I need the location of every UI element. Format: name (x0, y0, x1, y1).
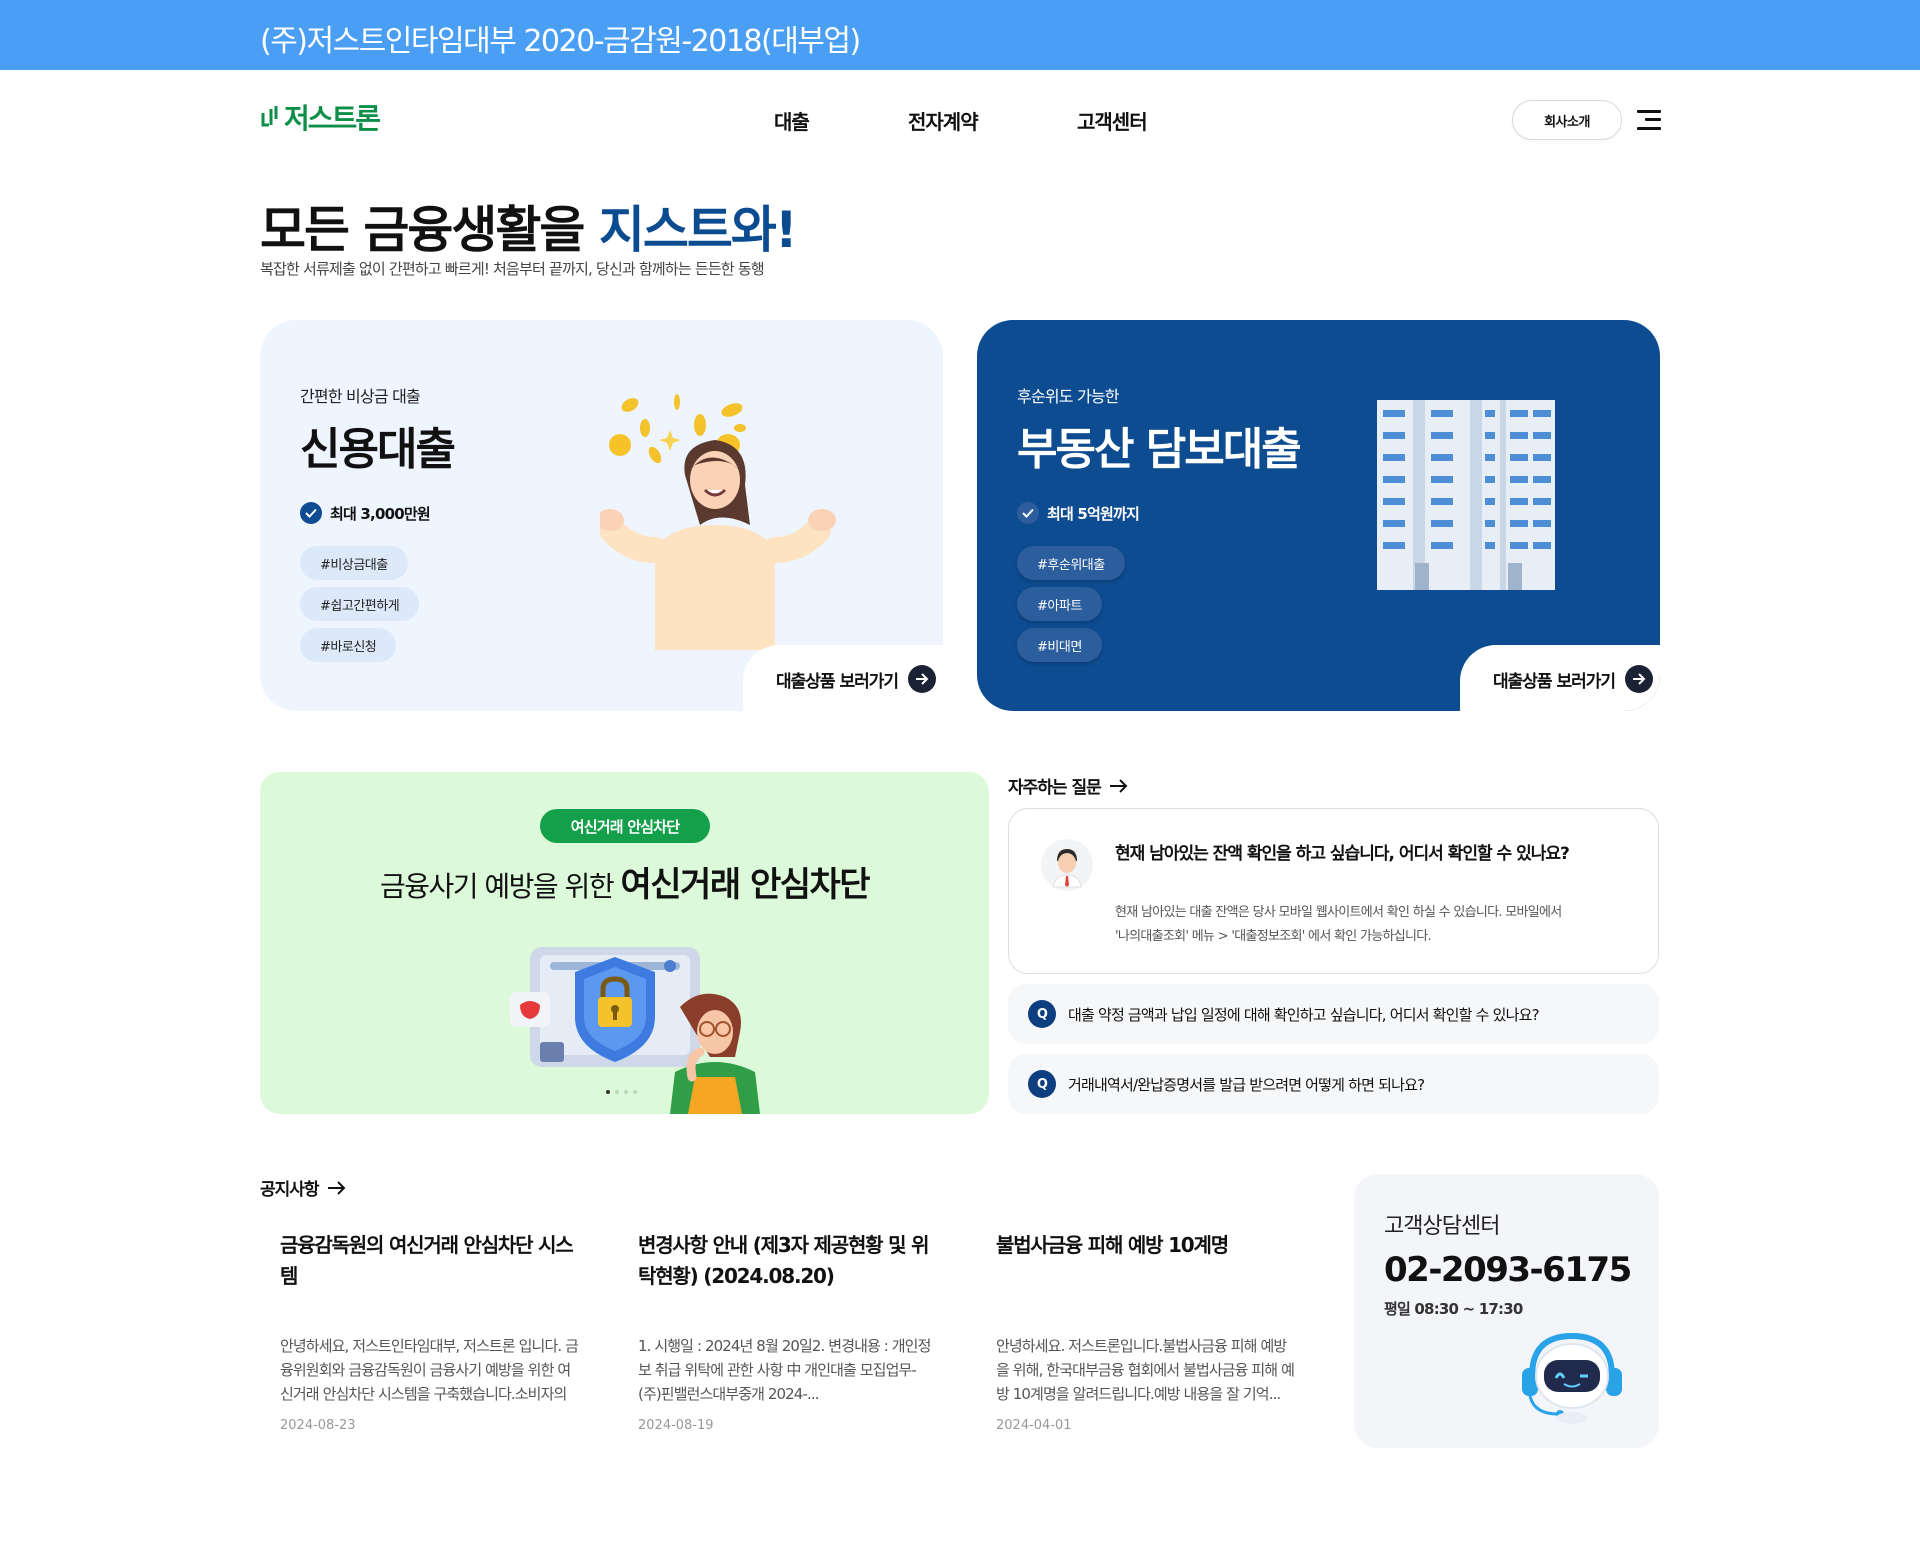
license-bar: (주)저스트인타임대부 2020-금감원-2018(대부업) (0, 0, 1920, 70)
about-button[interactable]: 회사소개 (1512, 100, 1622, 140)
notice-item[interactable]: 불법사금융 피해 예방 10계명 안녕하세요. 저스트론입니다.불법사금융 피해… (996, 1230, 1296, 1433)
banner-title-light: 금융사기 예방을 위한 (379, 870, 621, 903)
credit-loan-link[interactable]: 대출상품 보러가기 (776, 665, 937, 693)
notice-date: 2024-08-19 (638, 1418, 714, 1433)
card-feature-text: 최대 3,000만원 (330, 504, 431, 523)
nav-loan[interactable]: 대출 (774, 106, 810, 135)
faq-heading-text: 자주하는 질문 (1008, 778, 1102, 798)
notice-title: 변경사항 안내 (제3자 제공현황 및 위탁현황) (2024.08.20) (638, 1233, 929, 1288)
faq-question: 대출 약정 금액과 납입 일정에 대해 확인하고 싶습니다, 어디서 확인할 수… (1068, 1005, 1540, 1024)
tag: #아파트 (1017, 587, 1102, 621)
check-icon (1017, 502, 1039, 524)
notice-title: 불법사금융 피해 예방 10계명 (996, 1233, 1229, 1257)
faq-open-question: 현재 남아있는 잔액 확인을 하고 싶습니다, 어디서 확인할 수 있나요? (1115, 844, 1570, 864)
logo-text: 저스트론 (284, 102, 381, 135)
hero-title-prefix: 모든 금융생활을 (260, 201, 599, 259)
advisor-avatar (1041, 839, 1093, 891)
lock-shield-icon (510, 947, 760, 1114)
card-feature-text: 최대 5억원까지 (1047, 504, 1140, 523)
faq-heading[interactable]: 자주하는 질문 (1008, 773, 1129, 798)
hero-title: 모든 금융생활을 지스트와! (260, 190, 798, 262)
cs-hours: 평일 08:30 ~ 17:30 (1384, 1300, 1523, 1318)
carousel-dot[interactable] (606, 1090, 610, 1094)
card-title: 부동산 담보대출 (1017, 424, 1302, 475)
menu-icon[interactable] (1637, 108, 1661, 132)
banner-title-bold: 여신거래 안심차단 (620, 865, 870, 905)
card-title: 신용대출 (300, 424, 456, 475)
notice-item[interactable]: 변경사항 안내 (제3자 제공현황 및 위탁현황) (2024.08.20) 1… (638, 1230, 938, 1433)
answer-line: 현재 남아있는 대출 잔액은 당사 모바일 웹사이트에서 확인 하실 수 있습니… (1115, 905, 1562, 920)
credit-loan-card[interactable]: 간편한 비상금 대출 신용대출 최대 3,000만원 #비상금대출 #쉽고간편하… (260, 320, 943, 711)
notice-title: 금융감독원의 여신거래 안심차단 시스템 (280, 1233, 574, 1288)
faq-item[interactable]: Q 거래내역서/완납증명서를 발급 받으려면 어떻게 하면 되나요? (1008, 1054, 1659, 1114)
carousel-dot[interactable] (624, 1090, 628, 1094)
q-icon: Q (1028, 1000, 1056, 1028)
cs-phone[interactable]: 02-2093-6175 (1384, 1250, 1632, 1290)
arrow-right-icon (327, 1180, 345, 1195)
card-feature: 최대 5억원까지 (1017, 502, 1140, 524)
notice-item[interactable]: 금융감독원의 여신거래 안심차단 시스템 안녕하세요, 저스트인타임대부, 저스… (280, 1230, 580, 1433)
tag: #바로신청 (300, 628, 397, 662)
arrow-right-icon (1625, 665, 1654, 693)
card-subtitle: 후순위도 가능한 (1017, 387, 1120, 406)
banner-pill: 여신거래 안심차단 (540, 809, 710, 843)
card-subtitle: 간편한 비상금 대출 (300, 387, 421, 406)
carousel-dot[interactable] (633, 1090, 637, 1094)
robot-icon (1522, 1332, 1622, 1424)
real-estate-loan-card[interactable]: 후순위도 가능한 부동산 담보대출 최대 5억원까지 #후순위대출 #아파트 #… (977, 320, 1660, 711)
notice-date: 2024-04-01 (996, 1418, 1072, 1433)
license-text: (주)저스트인타임대부 2020-금감원-2018(대부업) (260, 24, 861, 59)
apartment-building-illustration (1377, 400, 1555, 590)
tag: #후순위대출 (1017, 546, 1125, 580)
tag: #비대면 (1017, 628, 1102, 662)
notice-body: 안녕하세요, 저스트인타임대부, 저스트론 입니다. 금융위원회와 금융감독원이… (280, 1337, 579, 1403)
carousel-dots[interactable] (606, 1090, 637, 1094)
link-label: 대출상품 보러가기 (776, 671, 899, 692)
faq-open-item[interactable]: 현재 남아있는 잔액 확인을 하고 싶습니다, 어디서 확인할 수 있나요? 현… (1008, 808, 1659, 974)
faq-item[interactable]: Q 대출 약정 금액과 납입 일정에 대해 확인하고 싶습니다, 어디서 확인할… (1008, 984, 1659, 1044)
check-icon (300, 502, 322, 524)
answer-line: '나의대출조회' 메뉴 > '대출정보조회' 에서 확인 가능하십니다. (1115, 929, 1432, 944)
nav-e-contract[interactable]: 전자계약 (908, 106, 979, 135)
cs-title: 고객상담센터 (1384, 1214, 1500, 1239)
arrow-right-icon (908, 665, 937, 693)
customer-service-box: 고객상담센터 02-2093-6175 평일 08:30 ~ 17:30 (1354, 1174, 1659, 1448)
hero-subtitle: 복잡한 서류제출 없이 간편하고 빠르게! 처음부터 끝까지, 당신과 함께하는… (260, 260, 765, 278)
q-icon: Q (1028, 1070, 1056, 1098)
woman-coins-illustration (600, 394, 836, 650)
real-estate-loan-link[interactable]: 대출상품 보러가기 (1493, 665, 1654, 693)
faq-open-answer: 현재 남아있는 대출 잔액은 당사 모바일 웹사이트에서 확인 하실 수 있습니… (1115, 901, 1635, 949)
notice-heading[interactable]: 공지사항 (260, 1175, 347, 1200)
logo-mark-icon (261, 106, 278, 127)
notice-body: 1. 시행일 : 2024년 8월 20일2. 변경내용 : 개인정보 취급 위… (638, 1337, 931, 1403)
banner-title: 금융사기 예방을 위한 여신거래 안심차단 (260, 857, 989, 906)
arrow-right-icon (1109, 778, 1128, 793)
carousel-dot[interactable] (615, 1090, 619, 1094)
hero-title-highlight: 지스트와! (598, 201, 798, 259)
notice-heading-text: 공지사항 (260, 1180, 320, 1200)
faq-question: 거래내역서/완납증명서를 발급 받으려면 어떻게 하면 되나요? (1068, 1075, 1425, 1094)
logo[interactable]: 저스트론 (260, 100, 381, 135)
credit-block-banner[interactable]: 여신거래 안심차단 금융사기 예방을 위한 여신거래 안심차단 (260, 772, 989, 1114)
notice-date: 2024-08-23 (280, 1418, 356, 1433)
tag: #쉽고간편하게 (300, 587, 420, 621)
link-label: 대출상품 보러가기 (1493, 671, 1616, 692)
tag: #비상금대출 (300, 546, 408, 580)
card-feature: 최대 3,000만원 (300, 502, 431, 524)
notice-body: 안녕하세요. 저스트론입니다.불법사금융 피해 예방을 위해, 한국대부금융 협… (996, 1337, 1295, 1403)
nav-customer-center[interactable]: 고객센터 (1077, 106, 1148, 135)
